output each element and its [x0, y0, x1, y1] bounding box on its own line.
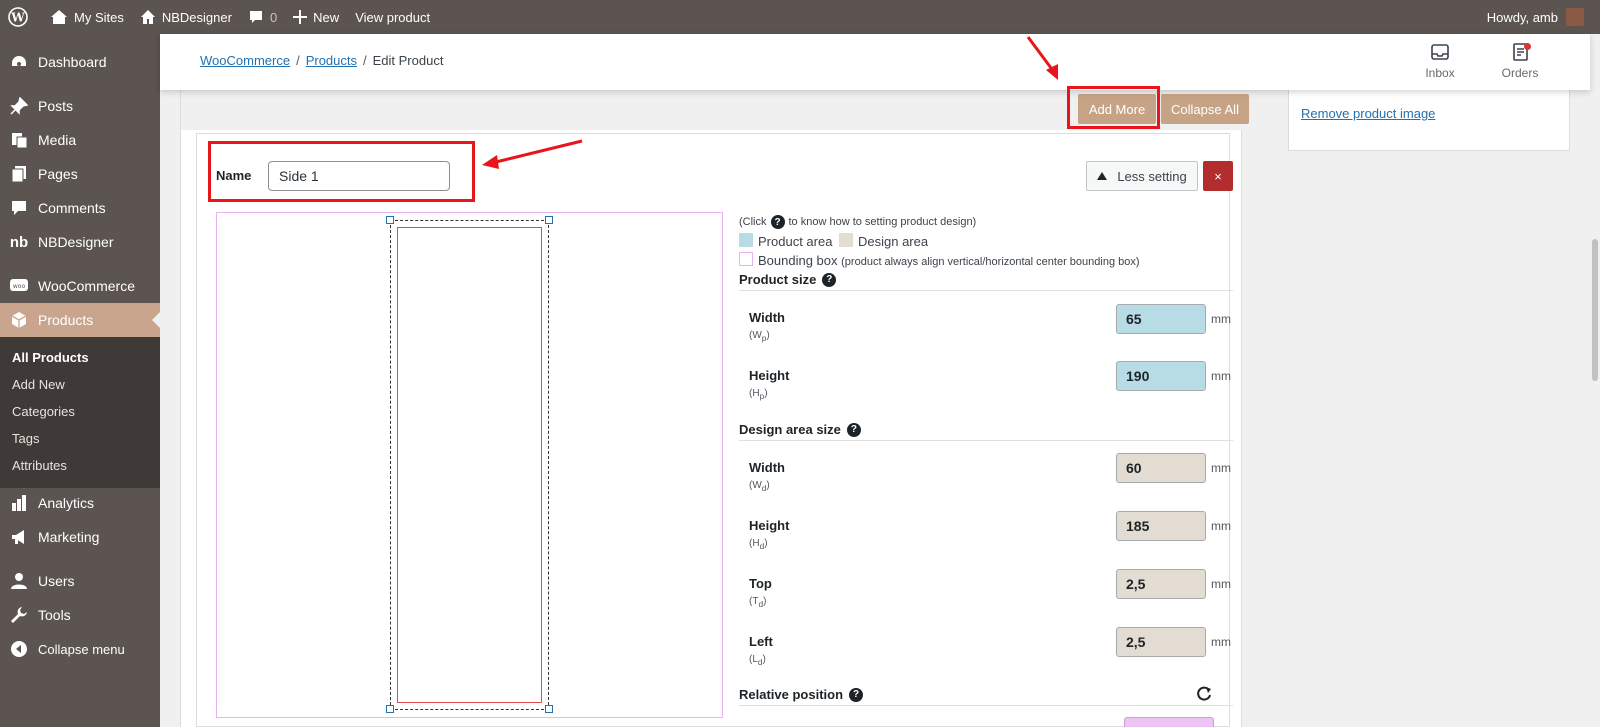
arrow-to-name — [482, 139, 583, 169]
arrow-to-add-more — [1026, 36, 1058, 80]
annotation-arrows — [482, 36, 1058, 169]
